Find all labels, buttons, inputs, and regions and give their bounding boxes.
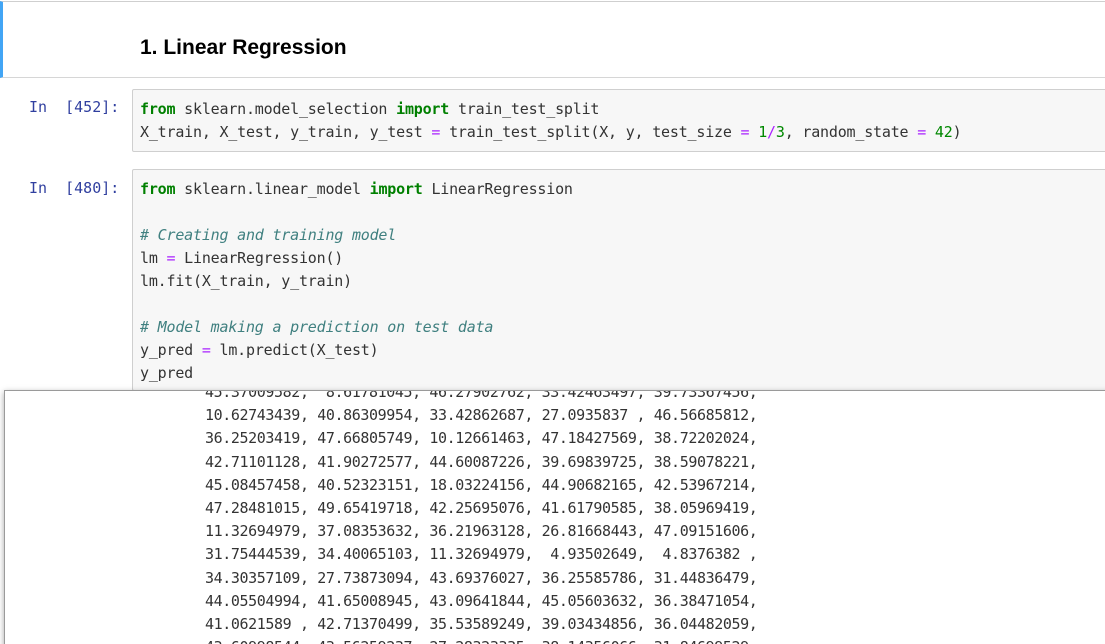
- output-line: 31.75444539, 34.40065103, 11.32694979, 4…: [205, 545, 758, 564]
- code-token: =: [431, 123, 441, 141]
- output-line: 36.25203419, 47.66805749, 10.12661463, 4…: [205, 429, 758, 448]
- code-token: sklearn.model_selection: [175, 100, 397, 118]
- code-token: train_test_split: [449, 100, 600, 118]
- output-scroll-area[interactable]: 45.37009582, 8.61781045, 46.27902762, 33…: [4, 390, 1105, 644]
- code-line: X_train, X_test, y_train, y_test = train…: [140, 121, 1105, 144]
- code-token: lm: [140, 249, 167, 267]
- code-token: =: [917, 123, 927, 141]
- code-token: import: [396, 100, 450, 118]
- code-token: X_train, X_test, y_train, y_test: [140, 123, 432, 141]
- code-cell-linear-regression[interactable]: from sklearn.linear_model import LinearR…: [132, 169, 1105, 391]
- output-line: 11.32694979, 37.08353632, 36.21963128, 2…: [205, 522, 758, 541]
- code-token: LinearRegression(): [175, 249, 344, 267]
- code-token: =: [201, 341, 211, 359]
- output-text: 45.37009582, 8.61781045, 46.27902762, 33…: [205, 390, 758, 644]
- code-token: , random_state: [784, 123, 918, 141]
- code-token: lm.predict(X_test): [210, 341, 379, 359]
- code-token: from: [140, 100, 176, 118]
- output-line: 45.37009582, 8.61781045, 46.27902762, 33…: [205, 390, 758, 401]
- code-token: /: [767, 123, 776, 141]
- code-line: y_pred: [140, 362, 1105, 385]
- output-line: 34.30357109, 27.73873094, 43.69376027, 3…: [205, 568, 758, 587]
- code-line: from sklearn.model_selection import trai…: [140, 98, 1105, 121]
- code-line: # Creating and training model: [140, 224, 1105, 247]
- code-token: 42: [934, 123, 953, 141]
- code-token: # Creating and training model: [140, 226, 397, 244]
- code-token: from: [140, 180, 176, 198]
- notebook-page: 1. Linear Regression In [452]: from skle…: [0, 0, 1105, 644]
- code-token: import: [369, 180, 423, 198]
- code-token: y_pred: [140, 341, 202, 359]
- output-line: 41.0621589 , 42.71370499, 35.53589249, 3…: [205, 614, 758, 633]
- code-line: from sklearn.linear_model import LinearR…: [140, 178, 1105, 201]
- output-line: 44.05504994, 41.65008945, 43.09641844, 4…: [205, 591, 758, 610]
- code-token: # Model making a prediction on test data: [140, 318, 494, 336]
- code-token: 3: [775, 123, 785, 141]
- code-token: sklearn.linear_model: [175, 180, 370, 198]
- code-token: lm.fit(X_train, y_train): [140, 272, 352, 290]
- output-line: 42.71101128, 41.90272577, 44.60087226, 3…: [205, 452, 758, 471]
- code-line: # Model making a prediction on test data: [140, 316, 1105, 339]
- input-prompt-480: In [480]:: [29, 179, 120, 197]
- markdown-cell[interactable]: 1. Linear Regression: [0, 1, 1105, 78]
- output-line: 45.08457458, 40.52323151, 18.03224156, 4…: [205, 475, 758, 494]
- code-token: y_pred: [140, 364, 193, 382]
- code-line: y_pred = lm.predict(X_test): [140, 339, 1105, 362]
- code-token: train_test_split(X, y, test_size: [440, 123, 741, 141]
- code-cell-train-test-split[interactable]: from sklearn.model_selection import trai…: [132, 89, 1105, 152]
- code-token: LinearRegression: [422, 180, 573, 198]
- code-line: lm.fit(X_train, y_train): [140, 270, 1105, 293]
- output-line: 10.62743439, 40.86309954, 33.42862687, 2…: [205, 406, 758, 425]
- section-heading: 1. Linear Regression: [140, 36, 347, 59]
- code-token: ): [952, 123, 962, 141]
- output-line: 47.28481015, 49.65419718, 42.25695076, 4…: [205, 498, 758, 517]
- code-token: 1: [758, 123, 768, 141]
- code-line: lm = LinearRegression(): [140, 247, 1105, 270]
- output-line: 43.60998544, 43.56259237, 27.28323335, 3…: [205, 636, 758, 644]
- input-prompt-452: In [452]:: [29, 98, 120, 116]
